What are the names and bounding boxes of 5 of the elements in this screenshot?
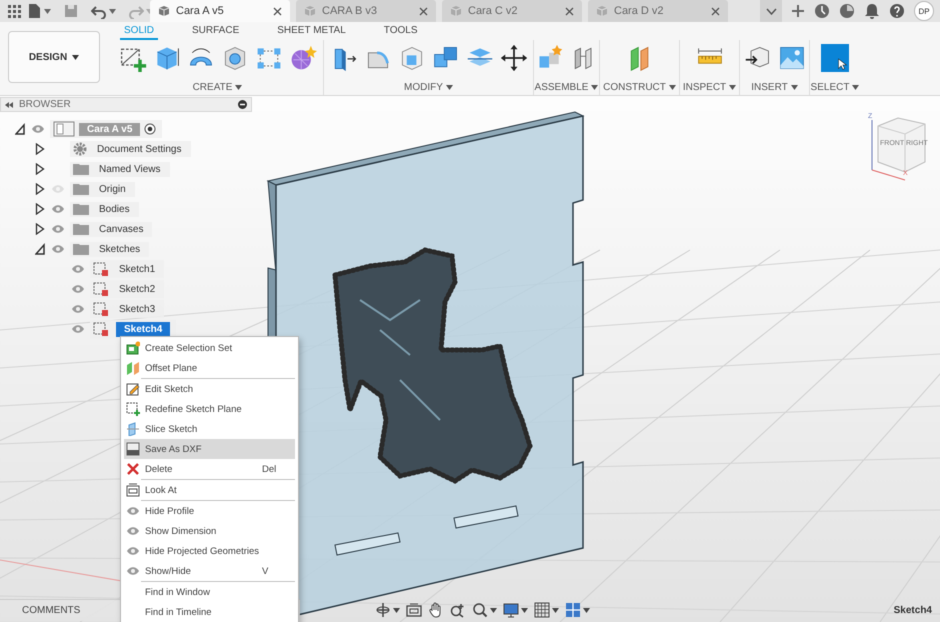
- panel-title: COMMENTS: [22, 605, 80, 616]
- shortcut-label: V: [262, 566, 270, 576]
- shortcut-label: Del: [262, 464, 278, 474]
- panel-title: BROWSER: [19, 99, 72, 110]
- status-label: Sketch4: [894, 604, 932, 616]
